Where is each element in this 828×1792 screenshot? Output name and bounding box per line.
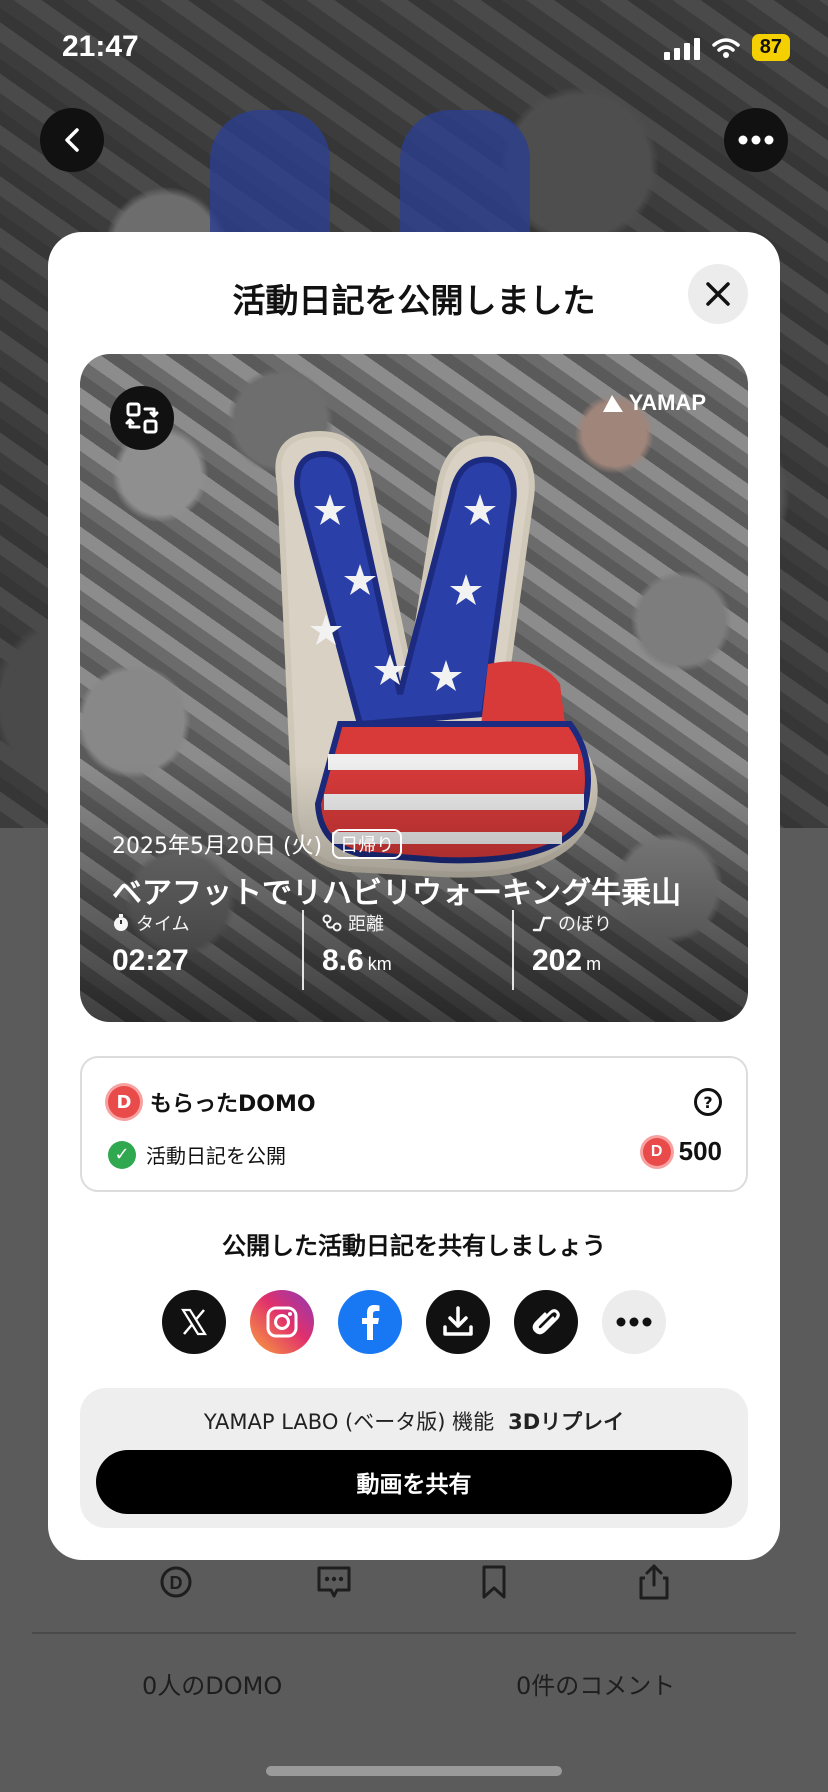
share-video-button[interactable]: 動画を共有 bbox=[96, 1450, 732, 1514]
stat-ascent-label: のぼり bbox=[558, 914, 612, 935]
yamap-labo-box: YAMAP LABO (ベータ版) 機能 3Dリプレイ 動画を共有 bbox=[80, 1388, 748, 1528]
share-buttons bbox=[162, 1290, 666, 1354]
activity-date: 2025年5月20日 (火) bbox=[112, 834, 323, 859]
ellipsis-icon bbox=[738, 135, 774, 145]
stat-ascent-value: 202 bbox=[532, 944, 583, 977]
comment-icon bbox=[317, 1566, 351, 1598]
stat-distance-label: 距離 bbox=[348, 914, 384, 935]
logo-text: YAMAP bbox=[628, 390, 706, 415]
status-icons: 87 bbox=[663, 34, 790, 61]
signal-icon bbox=[663, 36, 700, 60]
download-icon bbox=[443, 1306, 473, 1336]
domo-points: 500 bbox=[678, 1136, 722, 1166]
share-facebook-button[interactable] bbox=[338, 1290, 402, 1354]
labo-label: YAMAP LABO (ベータ版) 機能 bbox=[203, 1410, 495, 1434]
modal-title: 活動日記を公開しました bbox=[232, 281, 596, 320]
labo-description: YAMAP LABO (ベータ版) 機能 3Dリプレイ bbox=[80, 1406, 748, 1436]
link-icon bbox=[532, 1309, 560, 1335]
status-time: 21:47 bbox=[62, 30, 139, 63]
svg-text:D: D bbox=[170, 1573, 183, 1593]
bookmark-action-icon[interactable] bbox=[472, 1560, 516, 1604]
close-icon bbox=[706, 282, 730, 306]
status-bar: 21:47 87 bbox=[0, 0, 828, 100]
yamap-logo: YAMAP bbox=[601, 390, 706, 416]
domo-reward-box: D もらったDOMO ? ✓ 活動日記を公開 D 500 bbox=[80, 1056, 748, 1192]
swap-icon bbox=[125, 402, 159, 434]
swap-photo-button[interactable] bbox=[110, 386, 174, 450]
stat-ascent: のぼり 202 m bbox=[512, 910, 722, 990]
stat-time-label: タイム bbox=[136, 914, 190, 935]
stat-distance-value: 8.6 bbox=[322, 944, 364, 977]
stopwatch-icon bbox=[114, 914, 128, 931]
activity-date-row: 2025年5月20日 (火) 日帰り bbox=[112, 828, 403, 860]
activity-title: ベアフットでリハビリウォーキング牛乗山 bbox=[112, 876, 682, 911]
stat-distance-unit: km bbox=[367, 954, 392, 974]
share-instagram-button[interactable] bbox=[250, 1290, 314, 1354]
x-icon bbox=[181, 1308, 207, 1336]
download-button[interactable] bbox=[426, 1290, 490, 1354]
back-button[interactable] bbox=[40, 108, 104, 172]
domo-points-icon: D bbox=[642, 1137, 671, 1166]
domo-heading: もらったDOMO bbox=[150, 1092, 316, 1117]
share-x-button[interactable] bbox=[162, 1290, 226, 1354]
domo-count[interactable]: 0人のDOMO bbox=[142, 1666, 282, 1701]
help-icon[interactable]: ? bbox=[694, 1088, 722, 1116]
publish-complete-modal: 活動日記を公開しました YAMAP 2025年5月20日 (火) 日帰り ベアフ… bbox=[48, 232, 780, 1560]
domo-flower-icon: D bbox=[108, 1086, 140, 1118]
labo-feature: 3Dリプレイ bbox=[508, 1410, 625, 1434]
battery-indicator: 87 bbox=[751, 34, 790, 61]
stat-ascent-unit: m bbox=[586, 954, 602, 974]
share-more-button[interactable] bbox=[602, 1290, 666, 1354]
comment-count[interactable]: 0件のコメント bbox=[516, 1666, 675, 1701]
close-button[interactable] bbox=[688, 264, 748, 324]
activity-stats: タイム 02:27 距離 8.6 km のぼり 202 m bbox=[112, 910, 722, 990]
domo-item-label: 活動日記を公開 bbox=[146, 1144, 286, 1168]
route-icon bbox=[322, 914, 342, 932]
stat-time-value: 02:27 bbox=[112, 944, 189, 977]
copy-link-button[interactable] bbox=[514, 1290, 578, 1354]
share-icon bbox=[639, 1564, 669, 1600]
instagram-icon bbox=[266, 1306, 298, 1338]
activity-photo-card: YAMAP 2025年5月20日 (火) 日帰り ベアフットでリハビリウォーキン… bbox=[80, 354, 748, 1022]
more-icon bbox=[616, 1317, 652, 1327]
comment-action-icon[interactable] bbox=[312, 1560, 356, 1604]
background-action-bar: D bbox=[0, 1560, 828, 1610]
domo-action-icon[interactable]: D bbox=[154, 1560, 198, 1604]
mountain-logo-icon bbox=[602, 395, 623, 412]
ascent-icon bbox=[532, 916, 552, 932]
bookmark-icon bbox=[482, 1565, 506, 1599]
check-icon: ✓ bbox=[108, 1140, 136, 1169]
more-options-button[interactable] bbox=[724, 108, 788, 172]
chevron-left-icon bbox=[65, 128, 79, 152]
domo-flower-icon: D bbox=[160, 1566, 192, 1598]
stat-time: タイム 02:27 bbox=[112, 910, 302, 990]
share-heading: 公開した活動日記を共有しましょう bbox=[222, 1232, 606, 1260]
wifi-icon bbox=[712, 37, 740, 58]
stat-distance: 距離 8.6 km bbox=[302, 910, 512, 990]
trip-type-badge: 日帰り bbox=[332, 829, 403, 859]
facebook-icon bbox=[362, 1305, 380, 1340]
home-indicator bbox=[266, 1766, 562, 1776]
divider bbox=[32, 1632, 796, 1634]
share-action-icon[interactable] bbox=[632, 1560, 676, 1604]
